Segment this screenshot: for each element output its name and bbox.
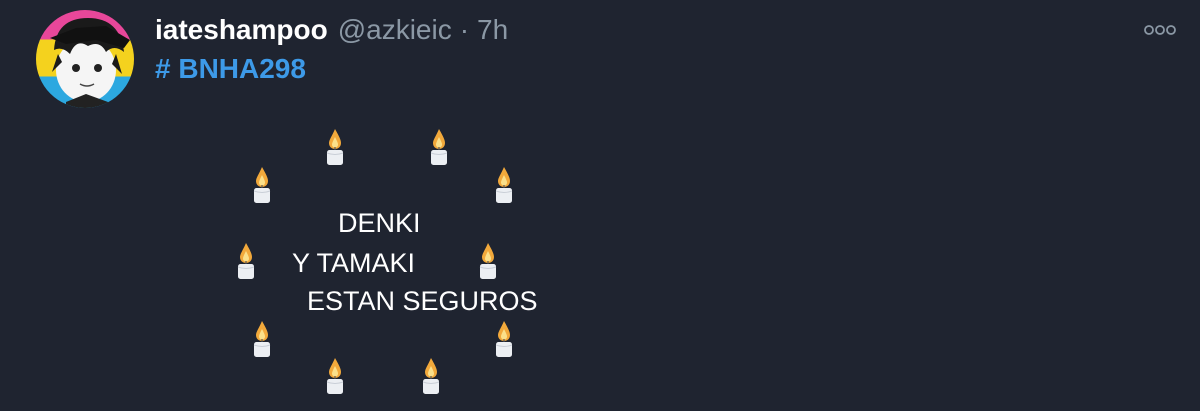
hashtag-link[interactable]: # BNHA298	[155, 53, 306, 85]
tweet-text-line-1: DENKI	[338, 208, 421, 238]
more-options-button[interactable]	[1140, 18, 1180, 42]
candle-icon	[235, 242, 257, 280]
user-handle[interactable]: @azkieic	[338, 14, 452, 46]
candle-icon	[428, 128, 450, 166]
display-name[interactable]: iateshampoo	[155, 14, 328, 46]
tweet[interactable]: iateshampoo @azkieic · 7h # BNHA298 DENK…	[0, 0, 1200, 411]
tweet-text-line-2: Y TAMAKI	[292, 248, 416, 278]
candle-icon	[324, 357, 346, 395]
avatar[interactable]	[36, 10, 134, 108]
tweet-header: iateshampoo @azkieic · 7h	[155, 10, 508, 50]
tweet-text-line-3: ESTAN SEGUROS	[307, 286, 538, 316]
candle-icon	[251, 166, 273, 204]
more-options-icon	[1144, 25, 1176, 35]
separator-dot: ·	[459, 14, 470, 45]
candle-icon	[324, 128, 346, 166]
avatar-image	[50, 18, 130, 108]
candle-icon	[477, 242, 499, 280]
candle-icon	[493, 320, 515, 358]
candle-icon	[420, 357, 442, 395]
timestamp[interactable]: 7h	[477, 14, 508, 46]
candle-icon	[251, 320, 273, 358]
candle-icon	[493, 166, 515, 204]
